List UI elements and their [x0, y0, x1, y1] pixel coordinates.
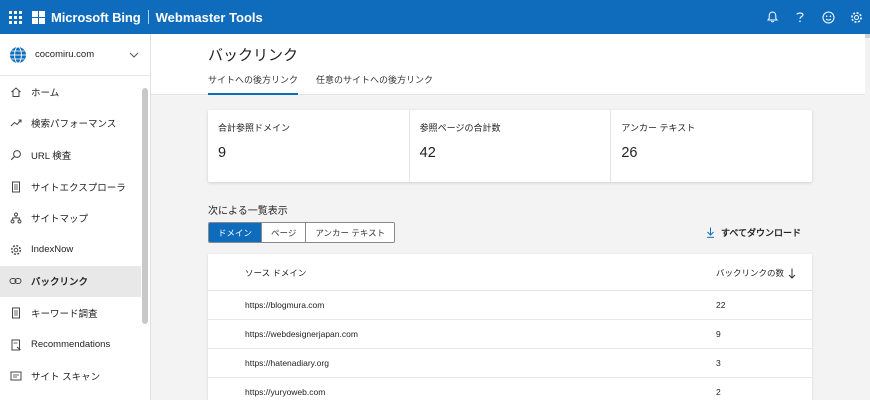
sidebar-item-label: 検索パフォーマンス [31, 119, 117, 131]
sidebar-item-sitemaps[interactable]: サイトマップ [0, 202, 141, 234]
sidebar-item-home[interactable]: ホーム [0, 76, 141, 108]
sitemap-icon [9, 212, 22, 225]
document-icon [9, 180, 22, 193]
tab-backlinks-to-site[interactable]: サイトへの後方リンク [208, 73, 299, 95]
source-domain: https://webdesignerjapan.com [245, 329, 358, 339]
brand-name[interactable]: Microsoft Bing [51, 10, 141, 25]
help-icon [796, 12, 804, 23]
backlink-count: 3 [716, 358, 721, 368]
summary-card: 合計参照ドメイン 9 参照ページの合計数 42 アンカー テキスト 26 [208, 110, 812, 182]
settings-button[interactable] [842, 0, 870, 34]
sidebar-item-label: IndexNow [31, 244, 74, 256]
help-button[interactable] [786, 0, 814, 34]
column-header-backlink-count[interactable]: バックリンクの数 [716, 267, 796, 279]
page-header: バックリンク サイトへの後方リンク 任意のサイトへの後方リンク [151, 34, 865, 95]
column-header-label: バックリンクの数 [716, 268, 785, 278]
list-by-heading: 次による一覧表示 [208, 206, 288, 217]
top-bar: Microsoft Bing Webmaster Tools [0, 0, 870, 34]
recommend-icon [9, 338, 22, 351]
stat-value: 42 [419, 145, 436, 161]
site-selector[interactable]: cocomiru.com [0, 34, 150, 76]
stat-value: 26 [621, 145, 638, 161]
smiley-icon [822, 11, 834, 23]
stat-label: アンカー テキスト [621, 123, 696, 133]
backlinks-table: ソース ドメイン バックリンクの数 https://blogmura.com 2… [208, 254, 812, 400]
sidebar-item-label: URL 検査 [31, 150, 72, 162]
globe-icon [10, 46, 26, 63]
microsoft-logo-icon [32, 10, 45, 24]
source-domain: https://yuryoweb.com [245, 387, 326, 397]
sidebar-item-label: キーワード調査 [31, 308, 98, 320]
table-row[interactable]: https://yuryoweb.com 2 [208, 378, 812, 400]
app-launcher-button[interactable] [0, 0, 30, 34]
source-domain: https://blogmura.com [245, 300, 325, 310]
download-label: すべてダウンロード [721, 228, 802, 238]
backlink-count: 2 [716, 387, 721, 397]
page-scrollbar-thumb[interactable] [865, 34, 870, 38]
sidebar-item-site-scan[interactable]: サイト スキャン [0, 360, 141, 392]
table-header: ソース ドメイン バックリンクの数 [208, 254, 812, 291]
scan-icon [9, 370, 22, 383]
segment-anchor-text[interactable]: アンカー テキスト [306, 223, 395, 242]
stat-label: 合計参照ドメイン [218, 123, 291, 133]
sidebar-item-indexnow[interactable]: IndexNow [0, 234, 141, 266]
tab-bar: サイトへの後方リンク 任意のサイトへの後方リンク [208, 73, 451, 95]
sidebar-item-label: バックリンク [31, 277, 89, 289]
tab-backlinks-to-any-site[interactable]: 任意のサイトへの後方リンク [316, 73, 433, 95]
gear-icon [9, 243, 22, 256]
sidebar-scrollbar[interactable] [142, 88, 148, 324]
sidebar-item-url-inspection[interactable]: URL 検査 [0, 139, 141, 171]
document-icon [9, 306, 22, 319]
sidebar-item-search-performance[interactable]: 検索パフォーマンス [0, 108, 141, 140]
segment-domain[interactable]: ドメイン [209, 223, 263, 242]
sidebar-item-site-explorer[interactable]: サイトエクスプローラ [0, 171, 141, 203]
table-row[interactable]: https://webdesignerjapan.com 9 [208, 320, 812, 349]
waffle-icon [8, 10, 22, 24]
sidebar-item-label: サイト スキャン [31, 372, 101, 384]
sidebar-item-backlinks[interactable]: バックリンク [0, 265, 141, 298]
segment-page[interactable]: ページ [262, 223, 307, 242]
feedback-button[interactable] [814, 0, 842, 34]
search-icon [9, 148, 22, 161]
sidebar-item-recommendations[interactable]: Recommendations [0, 329, 141, 361]
page-scrollbar[interactable] [865, 34, 870, 400]
sidebar-item-label: サイトエクスプローラ [31, 182, 126, 194]
table-row[interactable]: https://hatenadiary.org 3 [208, 349, 812, 378]
stat-referring-domains: 合計参照ドメイン 9 [208, 110, 410, 182]
sidebar: cocomiru.com ホーム 検索パフォーマンス URL 検査 サイトエクス… [0, 34, 151, 400]
sidebar-item-keyword-research[interactable]: キーワード調査 [0, 297, 141, 329]
stat-value: 9 [218, 145, 227, 161]
trend-icon [9, 117, 22, 130]
download-all-button[interactable]: すべてダウンロード [706, 226, 801, 239]
stat-referring-pages: 参照ページの合計数 42 [410, 110, 612, 182]
download-icon [706, 227, 715, 238]
backlink-count: 9 [716, 329, 721, 339]
page-title: バックリンク [208, 47, 299, 64]
brand-divider [147, 10, 149, 24]
gear-icon [850, 11, 862, 23]
source-domain: https://hatenadiary.org [245, 358, 329, 368]
home-icon [9, 85, 22, 98]
sidebar-nav: ホーム 検索パフォーマンス URL 検査 サイトエクスプローラ サイトマップ I… [0, 76, 150, 392]
sort-descending-icon [788, 268, 796, 279]
top-icons [758, 0, 870, 34]
list-by-segmented-control: ドメイン ページ アンカー テキスト [208, 222, 396, 243]
backlink-count: 22 [716, 300, 726, 310]
sidebar-item-label: ホーム [31, 87, 60, 99]
notifications-button[interactable] [758, 0, 786, 34]
stat-label: 参照ページの合計数 [419, 123, 501, 133]
site-name: cocomiru.com [35, 49, 95, 60]
table-row[interactable]: https://blogmura.com 22 [208, 291, 812, 320]
sidebar-item-label: Recommendations [31, 339, 111, 351]
sidebar-item-label: サイトマップ [31, 214, 89, 226]
product-name[interactable]: Webmaster Tools [156, 10, 263, 25]
bell-icon [766, 11, 778, 23]
link-icon [9, 275, 22, 288]
column-header-source-domain[interactable]: ソース ドメイン [245, 267, 306, 279]
stat-anchor-text: アンカー テキスト 26 [611, 110, 812, 182]
chevron-down-icon[interactable] [124, 52, 144, 58]
